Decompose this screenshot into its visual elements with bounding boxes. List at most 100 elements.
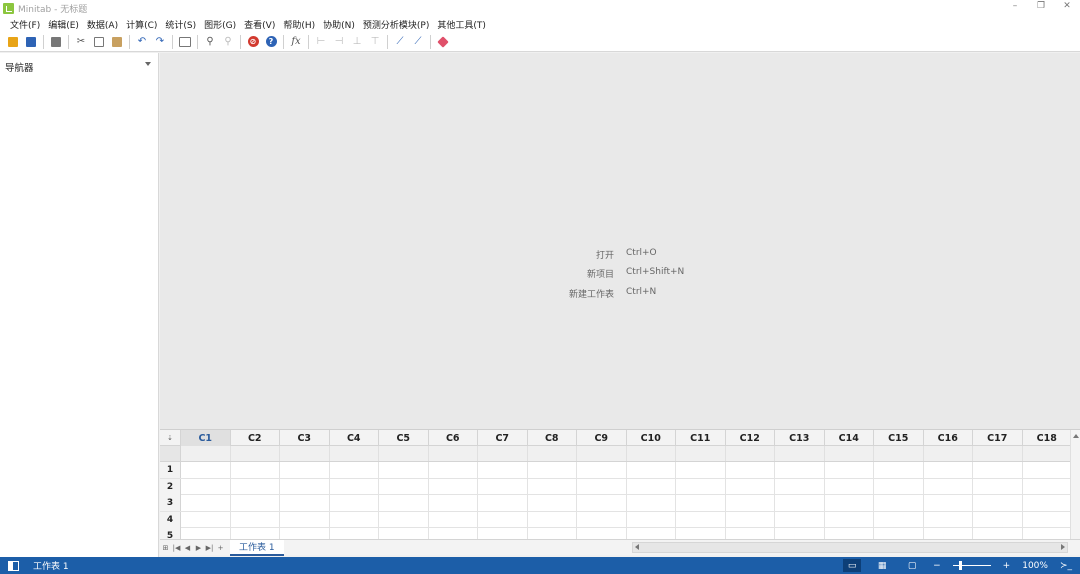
corner-arrow-icon[interactable]: ⇣ <box>160 430 181 446</box>
data-cell[interactable] <box>181 511 231 528</box>
column-header[interactable]: C2 <box>231 430 280 446</box>
insert-col-icon[interactable]: ⊢ <box>314 35 328 49</box>
first-sheet-icon[interactable]: |◀ <box>171 541 182 555</box>
data-cell[interactable] <box>528 511 577 528</box>
paste-icon[interactable] <box>110 35 124 49</box>
data-cell[interactable] <box>627 511 676 528</box>
column-name-cell[interactable] <box>676 446 726 461</box>
data-cell[interactable] <box>874 528 924 539</box>
menu-predictive[interactable]: 预测分析模块(P) <box>359 18 433 31</box>
data-cell[interactable] <box>330 511 379 528</box>
column-header[interactable]: C14 <box>825 430 874 446</box>
help-icon[interactable]: ? <box>264 35 278 49</box>
print-icon[interactable] <box>49 35 63 49</box>
menu-stat[interactable]: 统计(S) <box>161 18 200 31</box>
command-line-icon[interactable]: ≻_ <box>1060 561 1072 571</box>
data-cell[interactable] <box>577 511 627 528</box>
column-header[interactable]: C3 <box>280 430 330 446</box>
data-cell[interactable] <box>973 462 1023 478</box>
panel-toggle-icon[interactable] <box>8 560 19 571</box>
cut-icon[interactable]: ✂ <box>74 35 88 49</box>
column-header[interactable]: C12 <box>726 430 775 446</box>
data-cell[interactable] <box>1023 478 1072 495</box>
copy-icon[interactable] <box>92 35 106 49</box>
data-cell[interactable] <box>775 462 825 478</box>
find-icon[interactable]: ⚲ <box>203 35 217 49</box>
column-name-cell[interactable] <box>379 446 429 461</box>
add-sheet-icon[interactable]: + <box>215 541 226 555</box>
data-cell[interactable] <box>726 511 775 528</box>
data-cell[interactable] <box>924 495 973 511</box>
menu-edit[interactable]: 编辑(E) <box>44 18 83 31</box>
column-header[interactable]: C8 <box>528 430 577 446</box>
output-view-icon[interactable]: ▢ <box>903 559 921 572</box>
data-cell[interactable] <box>478 495 528 511</box>
data-cell[interactable] <box>775 495 825 511</box>
column-name-cell[interactable] <box>231 446 280 461</box>
column-name-cell[interactable] <box>429 446 478 461</box>
column-header[interactable]: C17 <box>973 430 1023 446</box>
scroll-left-icon[interactable] <box>635 544 639 550</box>
column-name-cell[interactable] <box>627 446 676 461</box>
restore-button[interactable]: ❐ <box>1036 1 1046 11</box>
scroll-up-icon[interactable] <box>1073 434 1079 438</box>
column-header[interactable]: C16 <box>924 430 973 446</box>
vertical-scrollbar[interactable] <box>1070 430 1080 539</box>
data-cell[interactable] <box>924 462 973 478</box>
column-name-cell[interactable] <box>577 446 627 461</box>
menu-help[interactable]: 帮助(H) <box>279 18 319 31</box>
data-cell[interactable] <box>726 495 775 511</box>
column-header[interactable]: C5 <box>379 430 429 446</box>
undo-icon[interactable]: ↶ <box>135 35 149 49</box>
data-cell[interactable] <box>478 528 528 539</box>
data-cell[interactable] <box>330 495 379 511</box>
row-header[interactable]: 5 <box>160 528 181 539</box>
data-cell[interactable] <box>429 495 478 511</box>
data-cell[interactable] <box>874 511 924 528</box>
data-cell[interactable] <box>231 511 280 528</box>
column-header[interactable]: C9 <box>577 430 627 446</box>
column-name-cell[interactable] <box>330 446 379 461</box>
data-cell[interactable] <box>379 478 429 495</box>
column-name-cell[interactable] <box>478 446 528 461</box>
data-cell[interactable] <box>181 495 231 511</box>
data-cell[interactable] <box>379 511 429 528</box>
data-cell[interactable] <box>231 495 280 511</box>
eraser-icon[interactable] <box>436 35 450 49</box>
data-cell[interactable] <box>627 462 676 478</box>
column-name-cell[interactable] <box>528 446 577 461</box>
data-cell[interactable] <box>478 478 528 495</box>
data-cell[interactable] <box>825 511 874 528</box>
data-cell[interactable] <box>379 462 429 478</box>
data-cell[interactable] <box>181 462 231 478</box>
data-cell[interactable] <box>1023 462 1072 478</box>
redo-icon[interactable]: ↷ <box>153 35 167 49</box>
data-cell[interactable] <box>874 462 924 478</box>
data-cell[interactable] <box>379 528 429 539</box>
column-name-cell[interactable] <box>726 446 775 461</box>
data-cell[interactable] <box>676 462 726 478</box>
data-cell[interactable] <box>775 528 825 539</box>
data-cell[interactable] <box>280 528 330 539</box>
zoom-in-button[interactable]: + <box>1003 561 1011 571</box>
data-cell[interactable] <box>775 511 825 528</box>
data-cell[interactable] <box>528 478 577 495</box>
data-cell[interactable] <box>676 528 726 539</box>
data-cell[interactable] <box>1023 511 1072 528</box>
data-cell[interactable] <box>528 462 577 478</box>
sheet-list-icon[interactable]: ⊞ <box>160 541 171 555</box>
menu-data[interactable]: 数据(A) <box>83 18 122 31</box>
move-icon[interactable]: ⊤ <box>368 35 382 49</box>
data-cell[interactable] <box>1023 528 1072 539</box>
data-cell[interactable] <box>577 478 627 495</box>
column-header[interactable]: C18 <box>1023 430 1072 446</box>
data-cell[interactable] <box>825 478 874 495</box>
data-cell[interactable] <box>280 478 330 495</box>
column-header[interactable]: C1 <box>181 430 231 446</box>
data-cell[interactable] <box>1023 495 1072 511</box>
column-name-cell[interactable] <box>181 446 231 461</box>
data-cell[interactable] <box>825 462 874 478</box>
close-button[interactable]: ✕ <box>1062 1 1072 11</box>
last-sheet-icon[interactable]: ▶| <box>204 541 215 555</box>
data-cell[interactable] <box>231 528 280 539</box>
